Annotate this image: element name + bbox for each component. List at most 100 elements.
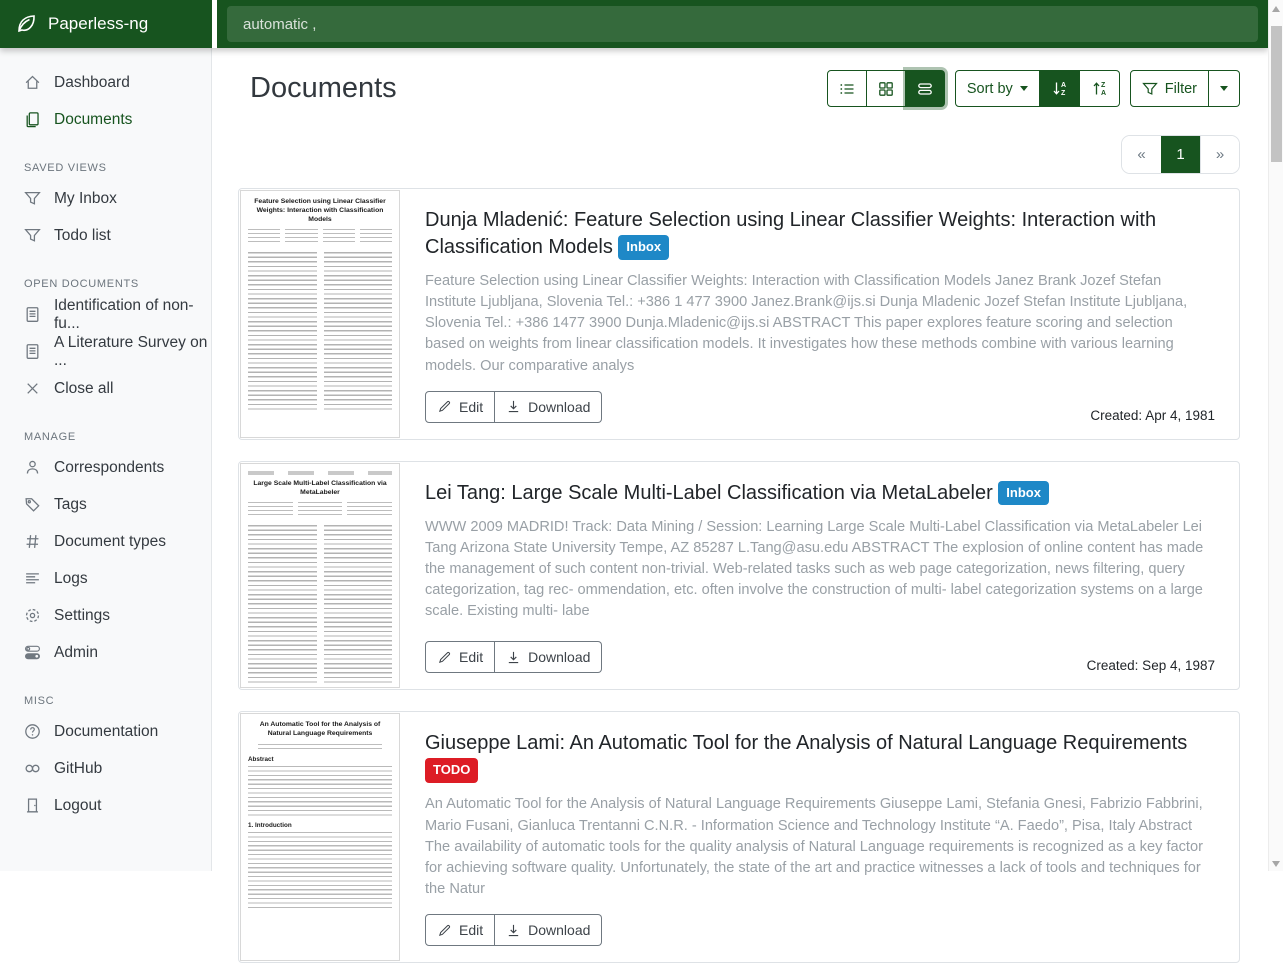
pencil-icon: [437, 650, 452, 665]
sort-ascending-button[interactable]: Z A: [1080, 70, 1120, 107]
sidebar-item-document-types[interactable]: Document types: [0, 523, 211, 560]
sidebar-item-label: Todo list: [54, 227, 111, 245]
download-icon: [506, 923, 521, 938]
download-button[interactable]: Download: [495, 641, 602, 673]
sidebar-item-tags[interactable]: Tags: [0, 486, 211, 523]
document-excerpt: WWW 2009 MADRID! Track: Data Mining / Se…: [425, 517, 1215, 623]
sort-descending-icon: A Z: [1051, 80, 1068, 97]
sidebar-item-label: Logs: [54, 570, 88, 588]
funnel-icon: [24, 190, 41, 207]
document-card: An Automatic Tool for the Analysis of Na…: [238, 711, 1240, 963]
sidebar-item-admin[interactable]: Admin: [0, 634, 211, 671]
thumbnail-authors: [258, 744, 382, 750]
list-view-icon: [839, 81, 855, 97]
thumbnail-text-columns: [248, 525, 392, 683]
sidebar-section-heading: MISC: [24, 695, 211, 707]
edit-button[interactable]: Edit: [425, 391, 495, 423]
thumbnail-title: Large Scale Multi-Label Classification v…: [248, 480, 392, 498]
navbar-search-area: [217, 0, 1268, 48]
download-icon: [506, 650, 521, 665]
documents-toolbar: Sort by A Z Z: [827, 70, 1240, 107]
pencil-icon: [437, 923, 452, 938]
sort-descending-button[interactable]: A Z: [1040, 70, 1080, 107]
pagination-next-button[interactable]: »: [1200, 136, 1239, 173]
created-date: Created: Apr 4, 1981: [1090, 408, 1215, 423]
thumbnail-text-block: [248, 766, 392, 818]
sidebar-item-label: Documents: [54, 111, 132, 129]
document-list: Feature Selection using Linear Classifie…: [238, 188, 1240, 963]
gear-icon: [24, 607, 41, 624]
detail-view-button[interactable]: [906, 70, 945, 107]
edit-button[interactable]: Edit: [425, 914, 495, 946]
sidebar: Dashboard Documents SAVED VIEWS My Inbox…: [0, 48, 212, 871]
sidebar-item-label: Correspondents: [54, 459, 164, 477]
document-excerpt: Feature Selection using Linear Classifie…: [425, 271, 1215, 377]
page-title: Documents: [250, 72, 397, 105]
door-icon: [24, 797, 41, 814]
sidebar-item-label: A Literature Survey on ...: [54, 334, 211, 370]
sidebar-item-label: Document types: [54, 533, 166, 551]
document-title[interactable]: Lei Tang: Large Scale Multi-Label Classi…: [425, 480, 1215, 507]
scroll-up-icon[interactable]: [1272, 6, 1280, 12]
list-view-button[interactable]: [827, 70, 867, 107]
sidebar-item-close-all[interactable]: Close all: [0, 370, 211, 407]
grid-view-icon: [878, 81, 894, 97]
sidebar-item-open-document-2[interactable]: A Literature Survey on ...: [0, 333, 211, 370]
sidebar-item-todo-list[interactable]: Todo list: [0, 217, 211, 254]
thumbnail-title: An Automatic Tool for the Analysis of Na…: [248, 721, 392, 739]
sidebar-item-label: GitHub: [54, 760, 102, 778]
filter-dropdown-toggle[interactable]: [1209, 70, 1240, 107]
svg-text:Z: Z: [1101, 82, 1106, 89]
pagination-page-1[interactable]: 1: [1161, 136, 1200, 173]
sidebar-item-logs[interactable]: Logs: [0, 560, 211, 597]
sidebar-item-open-document-1[interactable]: Identification of non-fu...: [0, 296, 211, 333]
download-button[interactable]: Download: [495, 391, 602, 423]
sidebar-item-settings[interactable]: Settings: [0, 597, 211, 634]
edit-button[interactable]: Edit: [425, 641, 495, 673]
svg-text:A: A: [1061, 82, 1066, 89]
sidebar-item-my-inbox[interactable]: My Inbox: [0, 180, 211, 217]
scrollbar-thumb[interactable]: [1271, 26, 1282, 162]
sidebar-item-correspondents[interactable]: Correspondents: [0, 449, 211, 486]
page-scrollbar[interactable]: [1268, 0, 1283, 871]
search-input[interactable]: [227, 6, 1258, 42]
inbox-tag-badge[interactable]: Inbox: [998, 481, 1049, 506]
sort-group: Sort by A Z Z: [955, 70, 1120, 107]
download-button[interactable]: Download: [495, 914, 602, 946]
sidebar-item-label: Logout: [54, 797, 101, 815]
view-mode-group: [827, 70, 945, 107]
sidebar-section-heading: OPEN DOCUMENTS: [24, 278, 211, 290]
todo-tag-badge[interactable]: TODO: [425, 758, 478, 783]
filter-label: Filter: [1165, 81, 1197, 97]
tag-icon: [24, 496, 41, 513]
filter-button[interactable]: Filter: [1130, 70, 1209, 107]
scroll-down-icon[interactable]: [1272, 861, 1280, 867]
grid-view-button[interactable]: [867, 70, 906, 107]
sidebar-item-documentation[interactable]: Documentation: [0, 713, 211, 750]
funnel-icon: [24, 227, 41, 244]
sort-ascending-icon: Z A: [1091, 80, 1108, 97]
brand[interactable]: Paperless-ng: [0, 0, 212, 48]
sidebar-item-label: Dashboard: [54, 74, 130, 92]
sidebar-item-label: Close all: [54, 380, 113, 398]
document-title[interactable]: Dunja Mladenić: Feature Selection using …: [425, 207, 1215, 261]
document-thumbnail[interactable]: An Automatic Tool for the Analysis of Na…: [239, 712, 401, 962]
sidebar-item-label: Admin: [54, 644, 98, 662]
sidebar-item-dashboard[interactable]: Dashboard: [0, 64, 211, 101]
sidebar-item-label: Tags: [54, 496, 87, 514]
document-thumbnail[interactable]: Feature Selection using Linear Classifie…: [239, 189, 401, 439]
card-actions: Edit Download: [425, 914, 602, 946]
pagination-prev-button[interactable]: «: [1122, 136, 1161, 173]
sort-by-dropdown[interactable]: Sort by: [955, 70, 1040, 107]
home-icon: [24, 74, 41, 91]
thumbnail-authors: [248, 502, 392, 518]
document-title[interactable]: Giuseppe Lami: An Automatic Tool for the…: [425, 730, 1215, 784]
sidebar-item-documents[interactable]: Documents: [0, 101, 211, 138]
hash-icon: [24, 533, 41, 550]
sidebar-item-github[interactable]: GitHub: [0, 750, 211, 787]
pencil-icon: [437, 399, 452, 414]
document-thumbnail[interactable]: Large Scale Multi-Label Classification v…: [239, 462, 401, 690]
chevron-down-icon: [1220, 86, 1228, 91]
sidebar-item-logout[interactable]: Logout: [0, 787, 211, 824]
inbox-tag-badge[interactable]: Inbox: [618, 235, 669, 260]
